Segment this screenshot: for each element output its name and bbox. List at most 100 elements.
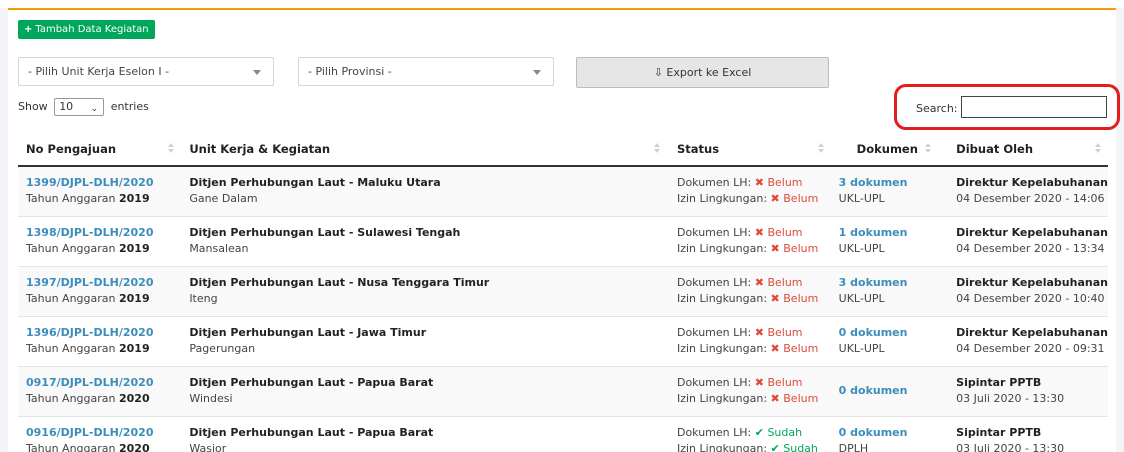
status-lh-value: Belum — [767, 275, 803, 289]
column-header-unit-kerja[interactable]: Unit Kerja & Kegiatan — [181, 132, 667, 167]
status-izin-label: Izin Lingkungan: — [676, 241, 768, 255]
dibuat-oleh-cell: Direktur Kepelabuhanan 04 Desember 2020 -… — [938, 316, 1108, 367]
cross-icon: ✖ — [754, 176, 764, 189]
created-date: 03 Juli 2020 - 13:30 — [956, 391, 1065, 405]
caret-down-icon — [253, 70, 261, 75]
cross-icon: ✖ — [754, 275, 764, 289]
pengajuan-code-link[interactable]: 1399/DJPL-DLH/2020 — [26, 176, 153, 189]
created-date: 04 Desember 2020 - 13:34 — [956, 241, 1105, 255]
add-activity-button[interactable]: + Tambah Data Kegiatan — [18, 20, 155, 39]
status-izin-label: Izin Lingkungan: — [676, 341, 768, 355]
status-izin-value: Sudah — [783, 441, 818, 452]
provinsi-select[interactable]: - Pilih Provinsi - — [298, 57, 554, 86]
download-icon: ⇩ — [653, 66, 663, 79]
column-header-dokumen[interactable]: Dokumen — [830, 132, 939, 167]
tahun-anggaran-value: 2019 — [119, 341, 150, 355]
tahun-anggaran-value: 2020 — [119, 441, 150, 452]
check-icon: ✔ — [770, 441, 780, 452]
status-cell: Dokumen LH: ✖ Belum Izin Lingkungan: ✖ Be… — [666, 366, 831, 417]
dibuat-oleh-cell: Direktur Kepelabuhanan 04 Desember 2020 -… — [938, 266, 1108, 317]
status-izin-value: Belum — [783, 241, 819, 255]
dokumen-cell: 0 dokumen DPLH — [830, 416, 939, 452]
dokumen-type: UKL-UPL — [838, 291, 885, 305]
dokumen-count-link[interactable]: 0 dokumen — [839, 384, 908, 397]
kegiatan-name: Wasior — [189, 441, 227, 452]
pengajuan-code-link[interactable]: 0916/DJPL-DLH/2020 — [26, 426, 153, 439]
status-lh-label: Dokumen LH: — [676, 225, 752, 239]
status-lh-value: Sudah — [767, 425, 803, 439]
unit-kerja-select[interactable]: - Pilih Unit Kerja Eselon I - — [18, 57, 274, 86]
search-input[interactable] — [961, 96, 1107, 118]
entries-label: entries — [110, 100, 149, 113]
pengajuan-code-link[interactable]: 1397/DJPL-DLH/2020 — [26, 276, 153, 289]
status-izin-value: Belum — [783, 391, 819, 405]
status-izin-value: Belum — [783, 341, 819, 355]
unit-kerja-name: Ditjen Perhubungan Laut - Papua Barat — [189, 425, 434, 439]
pengajuan-code-link[interactable]: 0917/DJPL-DLH/2020 — [26, 376, 153, 389]
no-pengajuan-cell: 1398/DJPL-DLH/2020 Tahun Anggaran 2019 — [18, 216, 182, 267]
dokumen-count-link[interactable]: 3 dokumen — [839, 276, 908, 289]
kegiatan-name: Iteng — [189, 291, 218, 305]
cross-icon: ✖ — [770, 192, 780, 205]
status-izin-label: Izin Lingkungan: — [676, 192, 768, 205]
no-pengajuan-cell: 1397/DJPL-DLH/2020 Tahun Anggaran 2019 — [18, 266, 182, 317]
tahun-anggaran-label: Tahun Anggaran — [26, 291, 116, 305]
created-date: 03 Juli 2020 - 13:30 — [956, 441, 1065, 452]
creator-name: Sipintar PPTB — [956, 425, 1042, 439]
unit-kerja-cell: Ditjen Perhubungan Laut - Nusa Tenggara … — [181, 266, 667, 317]
status-cell: Dokumen LH: ✖ Belum Izin Lingkungan: ✖ Be… — [666, 316, 831, 367]
dokumen-type: UKL-UPL — [838, 192, 885, 205]
dokumen-count-link[interactable]: 1 dokumen — [839, 226, 908, 239]
no-pengajuan-cell: 1396/DJPL-DLH/2020 Tahun Anggaran 2019 — [18, 316, 182, 367]
status-cell: Dokumen LH: ✖ Belum Izin Lingkungan: ✖ Be… — [666, 216, 831, 267]
entries-length-select[interactable]: 10 ⌄ — [54, 98, 105, 116]
caret-down-icon — [533, 70, 541, 75]
kegiatan-name: Pagerungan — [189, 341, 256, 355]
status-lh-label: Dokumen LH: — [676, 325, 752, 339]
creator-name: Direktur Kepelabuhanan — [956, 275, 1108, 289]
cross-icon: ✖ — [770, 241, 780, 255]
status-cell: Dokumen LH: ✔ Sudah Izin Lingkungan: ✔ Su… — [666, 416, 831, 452]
unit-kerja-select-value: - Pilih Unit Kerja Eselon I - — [28, 65, 170, 78]
dibuat-oleh-cell: Sipintar PPTB 03 Juli 2020 - 13:30 — [938, 416, 1108, 452]
entries-length-control: Show 10 ⌄ entries — [18, 98, 149, 116]
column-header-label: Dibuat Oleh — [956, 141, 1034, 156]
tahun-anggaran-value: 2019 — [119, 192, 150, 205]
export-excel-button[interactable]: ⇩ Export ke Excel — [576, 57, 829, 88]
status-lh-label: Dokumen LH: — [676, 176, 752, 189]
sort-icon — [925, 143, 932, 155]
unit-kerja-cell: Ditjen Perhubungan Laut - Maluku Utara Ga… — [181, 166, 667, 217]
status-izin-label: Izin Lingkungan: — [676, 391, 768, 405]
dokumen-count-link[interactable]: 0 dokumen — [839, 426, 908, 439]
tahun-anggaran-label: Tahun Anggaran — [26, 192, 116, 205]
status-lh-value: Belum — [767, 176, 803, 189]
tahun-anggaran-value: 2019 — [119, 241, 150, 255]
column-header-dibuat-oleh[interactable]: Dibuat Oleh — [938, 132, 1108, 167]
kegiatan-name: Mansalean — [189, 241, 249, 255]
kegiatan-name: Windesi — [189, 391, 233, 405]
table-row: 1396/DJPL-DLH/2020 Tahun Anggaran 2019 Dit… — [18, 316, 1108, 367]
dokumen-count-link[interactable]: 3 dokumen — [839, 176, 908, 189]
table-row: 1398/DJPL-DLH/2020 Tahun Anggaran 2019 Dit… — [18, 216, 1108, 267]
unit-kerja-name: Ditjen Perhubungan Laut - Maluku Utara — [189, 176, 441, 189]
column-header-no-pengajuan[interactable]: No Pengajuan — [18, 132, 182, 167]
sort-icon — [168, 143, 175, 155]
status-lh-value: Belum — [767, 225, 803, 239]
dokumen-count-link[interactable]: 0 dokumen — [839, 326, 908, 339]
no-pengajuan-cell: 1399/DJPL-DLH/2020 Tahun Anggaran 2019 — [18, 166, 182, 217]
unit-kerja-name: Ditjen Perhubungan Laut - Nusa Tenggara … — [189, 275, 490, 289]
unit-kerja-cell: Ditjen Perhubungan Laut - Sulawesi Tenga… — [181, 216, 667, 267]
cross-icon: ✖ — [754, 375, 764, 389]
pengajuan-code-link[interactable]: 1396/DJPL-DLH/2020 — [26, 326, 153, 339]
cross-icon: ✖ — [770, 291, 780, 305]
activity-table: No Pengajuan Unit Kerja & Kegiatan Statu… — [18, 132, 1108, 452]
tahun-anggaran-label: Tahun Anggaran — [26, 391, 116, 405]
show-label: Show — [18, 100, 48, 113]
tahun-anggaran-label: Tahun Anggaran — [26, 241, 116, 255]
dokumen-type: UKL-UPL — [838, 241, 885, 255]
column-header-label: Dokumen — [856, 141, 918, 156]
pengajuan-code-link[interactable]: 1398/DJPL-DLH/2020 — [26, 226, 153, 239]
column-header-status[interactable]: Status — [666, 132, 831, 167]
column-header-label: Status — [676, 141, 720, 156]
table-row: 0916/DJPL-DLH/2020 Tahun Anggaran 2020 Dit… — [18, 416, 1108, 452]
